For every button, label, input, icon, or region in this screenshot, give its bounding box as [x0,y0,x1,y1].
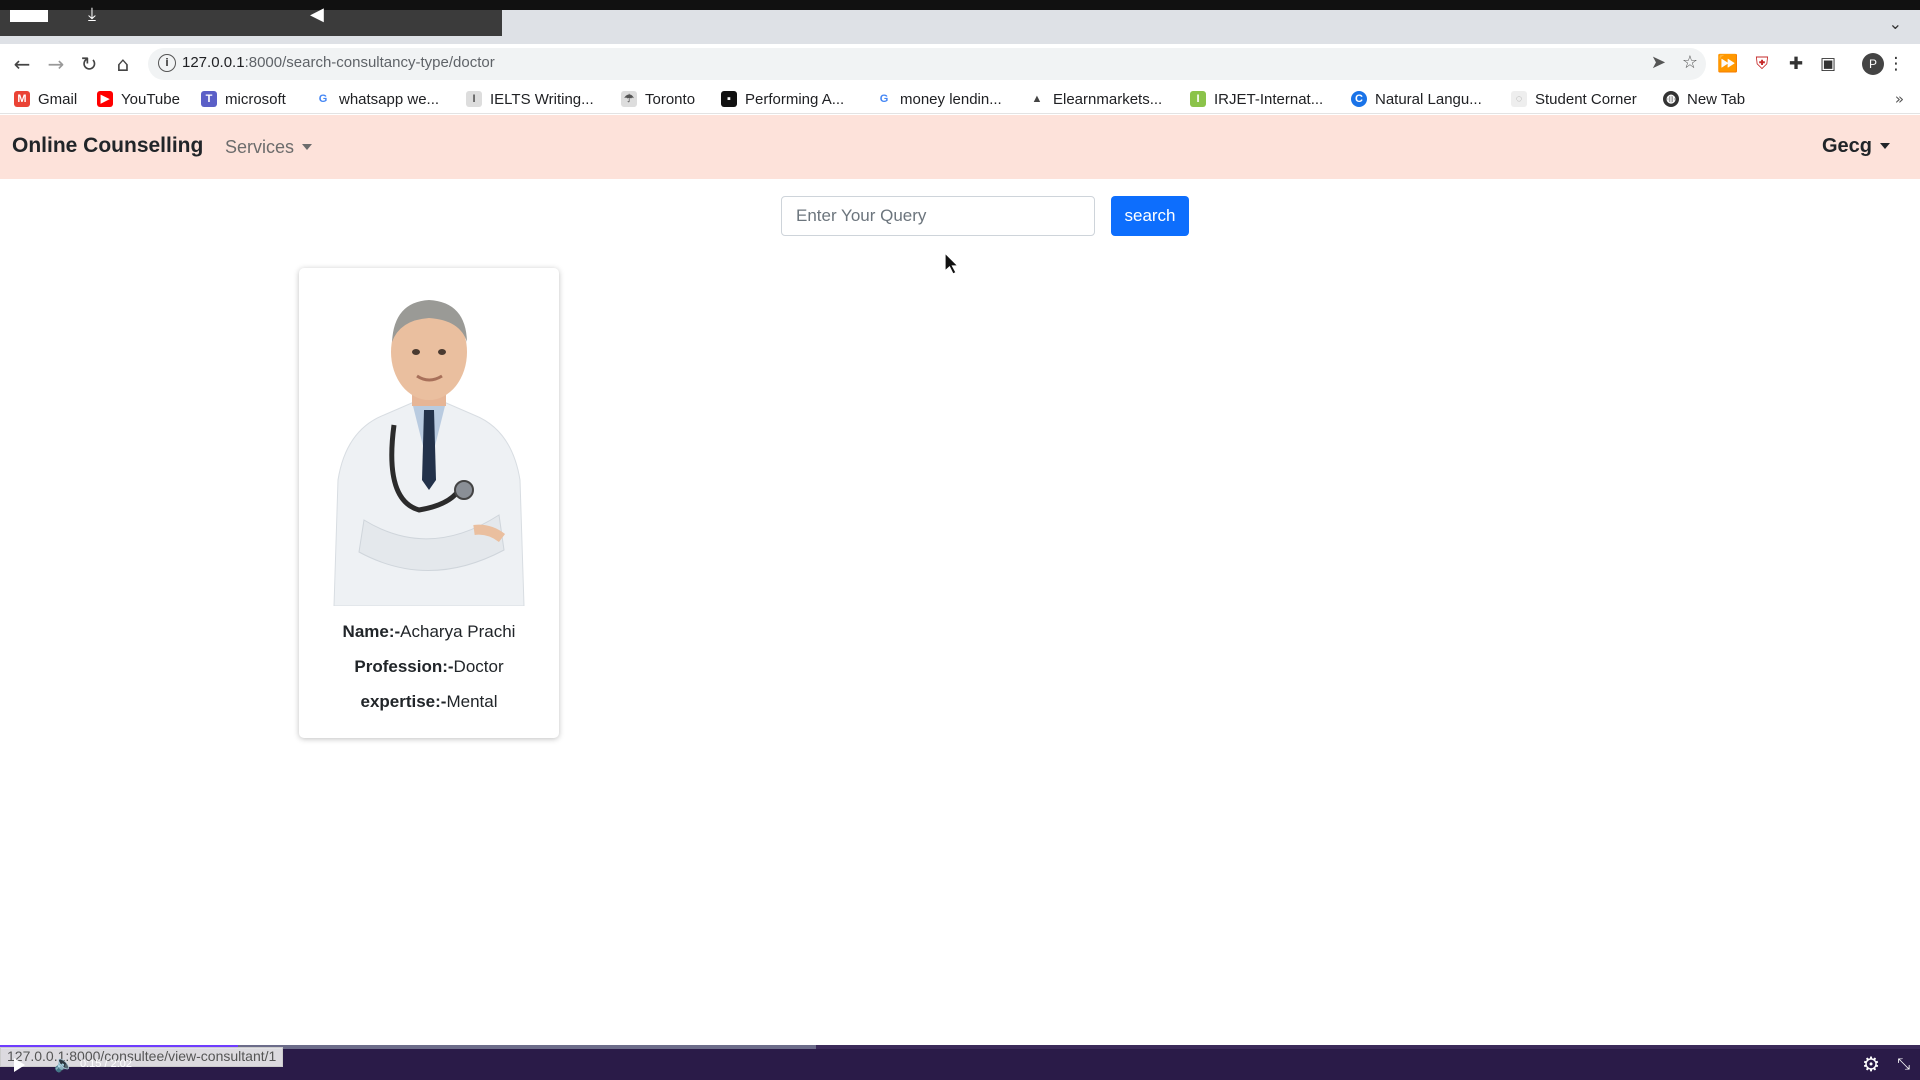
ielts-icon: I [466,91,482,107]
consultant-card[interactable]: Name:-Acharya Prachi Profession:-Doctor … [299,268,559,738]
bookmark-label: whatsapp we... [339,90,440,108]
performing-icon: ▪ [721,91,737,107]
bookmark-irjet[interactable]: I IRJET-Internat... [1190,88,1323,110]
bookmark-label: Natural Langu... [1375,90,1482,108]
coursera-icon: C [1351,91,1367,107]
mouse-cursor-icon [944,252,960,275]
bookmark-ielts[interactable]: I IELTS Writing... [466,88,594,110]
url-path: :8000/search-consultancy-type/doctor [244,54,495,71]
student-icon: ◌ [1511,91,1527,107]
bookmark-label: Performing A... [745,90,845,108]
bookmark-label: IRJET-Internat... [1214,90,1324,108]
send-icon[interactable]: ➤ [1651,52,1666,73]
more-bookmarks-chevron[interactable]: » [1895,90,1904,108]
tab-strip: ⤓ ◀ ⌄ [0,4,1920,44]
bookmark-label: Toronto [645,90,696,108]
top-stripe [0,0,1920,10]
consultant-name: Name:-Acharya Prachi [299,622,559,642]
google-icon: G [315,91,331,107]
globe-icon: ◍ [1663,91,1679,107]
expertise-label: expertise:- [360,692,447,711]
app-navbar: Online Counselling Services Gecg [0,115,1920,179]
bookmark-label: money lendin... [900,90,1002,108]
search-button[interactable]: search [1111,196,1189,236]
bookmark-label: Elearnmarkets... [1053,90,1163,108]
user-dropdown[interactable]: Gecg [1822,135,1890,158]
youtube-icon: ▶ [97,91,113,107]
video-time: 0:15 / 2:02 [80,1058,132,1070]
reload-button[interactable]: ↻ [75,50,103,78]
bookmark-elearnmarkets[interactable]: ▲ Elearnmarkets... [1029,88,1162,110]
consultant-expertise: expertise:-Mental [299,692,559,712]
side-panel-icon[interactable]: ▣ [1816,52,1840,76]
ublock-icon[interactable]: ⛨ [1750,52,1774,76]
exit-fullscreen-icon[interactable]: ⤡ [1897,1054,1910,1074]
download-icon: ⤓ [88,4,96,25]
bookmark-label: microsoft [225,90,286,108]
caret-down-icon [302,144,313,150]
bookmark-nlp[interactable]: C Natural Langu... [1351,88,1482,110]
irjet-icon: I [1190,91,1206,107]
consultant-profession: Profession:-Doctor [299,657,559,677]
search-input[interactable] [781,196,1095,236]
bookmark-microsoft[interactable]: Tmicrosoft [201,88,286,110]
expertise-value: Mental [446,692,498,711]
profile-avatar[interactable]: P [1862,53,1884,75]
bookmark-gmail[interactable]: M Gmail [14,88,77,110]
doctor-portrait-image [324,290,533,606]
bookmark-label: New Tab [1687,90,1746,108]
video-control-bar [0,1048,1920,1080]
bookmark-toronto[interactable]: ☂ Toronto [621,88,695,110]
settings-gear-icon[interactable]: ⚙ [1862,1052,1880,1076]
browser-toolbar: ← → ↻ ⌂ i 127.0.0.1:8000/search-consulta… [0,44,1920,84]
url-text[interactable]: 127.0.0.1:8000/search-consultancy-type/d… [182,54,495,71]
caret-down-icon [1880,143,1890,149]
bookmarks-bar: M Gmail ▶ YouTube Tmicrosoft Gwhatsapp we.… [0,84,1920,114]
pointer-icon: ◀ [310,4,324,25]
extensions-puzzle-icon[interactable]: ✚ [1784,52,1808,76]
bookmark-money[interactable]: Gmoney lendin... [876,88,1002,110]
bookmark-student-corner[interactable]: ◌ Student Corner [1511,88,1637,110]
url-host: 127.0.0.1 [182,54,245,71]
volume-icon[interactable]: 🔈 [54,1054,74,1073]
name-value: Acharya Prachi [400,622,516,641]
google-icon: G [876,91,892,107]
toronto-icon: ☂ [621,91,637,107]
home-button[interactable]: ⌂ [109,50,137,78]
video-overlay-tab: ⤓ ◀ [0,4,502,36]
services-label: Services [225,137,295,157]
bookmark-star-icon[interactable]: ☆ [1682,52,1698,73]
address-bar[interactable]: i 127.0.0.1:8000/search-consultancy-type… [148,48,1706,80]
site-info-icon[interactable]: i [158,54,176,72]
profession-label: Profession:- [354,657,454,676]
services-dropdown[interactable]: Services [225,137,313,158]
bookmark-new-tab[interactable]: ◍ New Tab [1663,88,1745,110]
consultant-photo [324,290,533,606]
brand-title[interactable]: Online Counselling [12,134,203,158]
extension-fast-forward-icon[interactable] [1400,52,1424,76]
back-button[interactable]: ← [8,50,36,78]
browser-menu-icon[interactable]: ⋮ [1884,52,1908,76]
bookmark-label: Student Corner [1535,90,1637,108]
overlay-window-icon [10,10,48,22]
elearn-icon: ▲ [1029,91,1045,107]
fast-forward-extension-icon[interactable]: ⏩ [1716,52,1740,76]
video-progress-track[interactable] [0,1045,1920,1049]
tab-search-chevron-icon[interactable]: ⌄ [1889,14,1902,33]
bookmark-label: IELTS Writing... [490,90,594,108]
bookmark-youtube[interactable]: ▶ YouTube [97,88,180,110]
link-status-url: 127.0.0.1:8000/consultee/view-consultant… [0,1047,284,1067]
gmail-icon: M [14,91,30,107]
bookmark-performing[interactable]: ▪ Performing A... [721,88,844,110]
bookmark-whatsapp[interactable]: Gwhatsapp we... [315,88,439,110]
bookmark-label: Gmail [38,90,78,108]
user-name: Gecg [1821,135,1872,157]
teams-icon: T [201,91,217,107]
name-label: Name:- [342,622,401,641]
bookmark-label: YouTube [121,90,180,108]
profession-value: Doctor [453,657,504,676]
play-icon[interactable] [14,1058,25,1072]
forward-button[interactable]: → [42,50,70,78]
